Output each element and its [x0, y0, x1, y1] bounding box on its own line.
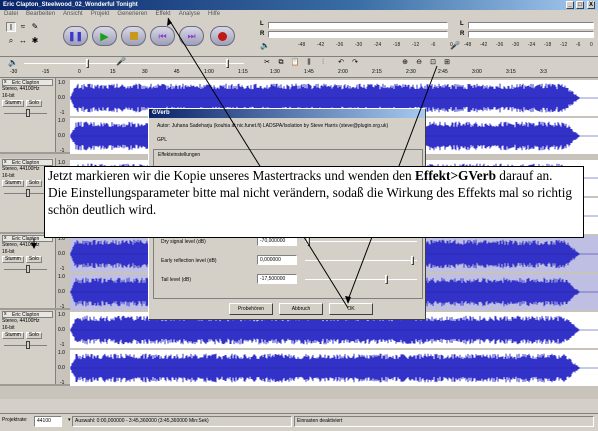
arrow-head-ok: [345, 296, 351, 304]
audacity-window: Eric Clapton_Steelwood_02_Wonderful Toni…: [0, 0, 598, 431]
project-rate-label: Projektrate:: [2, 417, 28, 423]
caption-text-3: Die Einstellungsparameter bitte mal nich…: [48, 185, 573, 217]
caption-text-1: Jetzt markieren wir die Kopie unseres Ma…: [48, 168, 416, 183]
project-rate-value[interactable]: 44100: [34, 416, 62, 427]
caption-bold: Effekt>GVerb: [415, 168, 496, 183]
selection-status: Auswahl: 0:00,000000 - 3:45,360000 (3:45…: [72, 416, 292, 427]
arrow-head-track: [31, 243, 37, 249]
arrow-head-effekt: [167, 18, 172, 26]
snap-status: Einrasten deaktiviert: [294, 416, 594, 427]
arrow-to-effekt-menu: [167, 17, 349, 309]
status-bar: Projektrate: 44100 ▾ Auswahl: 0:00,00000…: [0, 413, 598, 431]
caption-text-2: darauf an.: [495, 168, 553, 183]
tutorial-caption: Jetzt markieren wir die Kopie unseres Ma…: [44, 166, 584, 238]
